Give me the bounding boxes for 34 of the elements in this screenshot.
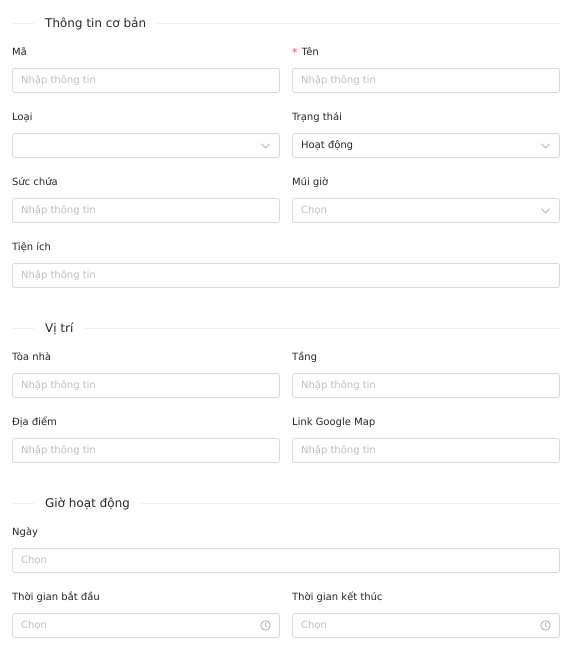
- select-field[interactable]: Chọn: [292, 198, 560, 223]
- section-title: Giờ hoạt động: [44, 496, 131, 510]
- input-field[interactable]: Nhập thông tin: [292, 438, 560, 463]
- input-field[interactable]: Nhập thông tin: [292, 68, 560, 93]
- input-field[interactable]: Nhập thông tin: [12, 373, 280, 398]
- input-field[interactable]: Nhập thông tin: [12, 198, 280, 223]
- field-label: Tòa nhà: [12, 351, 52, 365]
- clock-icon: [260, 620, 271, 631]
- field-label: Tên: [302, 46, 319, 60]
- date-field[interactable]: Chọn: [12, 548, 560, 573]
- select-field[interactable]: Hoạt động: [292, 133, 560, 158]
- time-field[interactable]: Chọn: [292, 613, 560, 638]
- input-field[interactable]: Nhập thông tin: [12, 263, 560, 288]
- section-title: Thông tin cơ bản: [44, 16, 148, 30]
- input-field[interactable]: Nhập thông tin: [12, 438, 280, 463]
- field-label: Link Google Map: [292, 416, 376, 430]
- select-field[interactable]: [12, 133, 280, 158]
- section-title: Vị trí: [44, 321, 74, 335]
- field-label: Ngày: [12, 526, 38, 540]
- time-field[interactable]: Chọn: [12, 613, 280, 638]
- field-label: Sức chứa: [12, 176, 58, 190]
- required-mark: *: [292, 45, 298, 61]
- field-label: Tầng: [292, 350, 317, 365]
- clock-icon: [540, 620, 551, 631]
- field-label: Thời gian kết thúc: [292, 590, 382, 605]
- field-label: Địa điểm: [12, 415, 57, 430]
- field-label: Thời gian bắt đầu: [12, 590, 100, 605]
- field-label: Múi giờ: [292, 176, 328, 190]
- input-field[interactable]: Nhập thông tin: [292, 373, 560, 398]
- field-label: Mã: [12, 46, 27, 60]
- field-label: Loại: [12, 111, 32, 125]
- field-label: Trạng thái: [292, 111, 342, 125]
- input-field[interactable]: Nhập thông tin: [12, 68, 280, 93]
- field-label: Tiện ích: [12, 241, 51, 255]
